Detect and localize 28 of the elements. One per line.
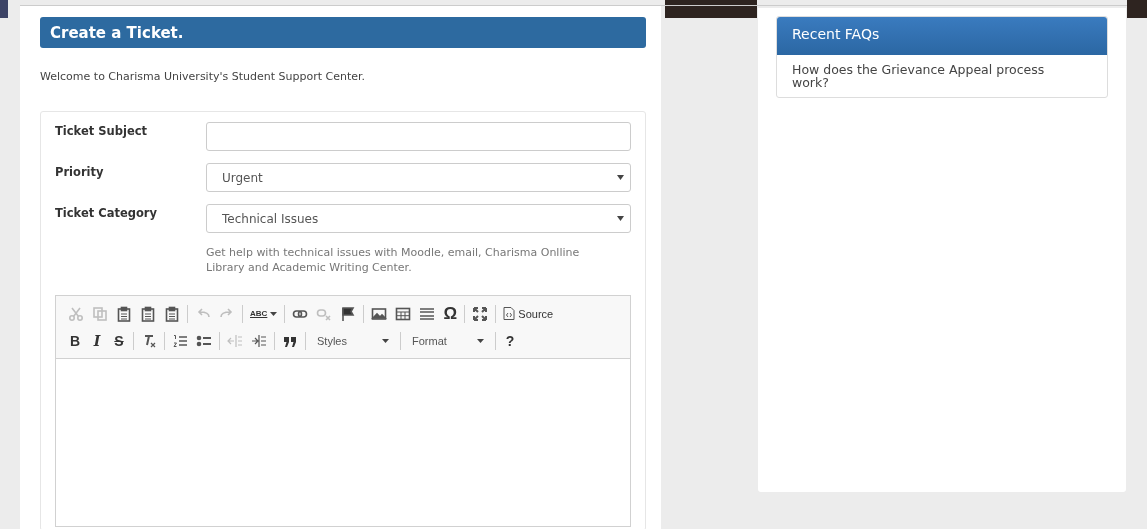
caret-icon: [617, 216, 624, 221]
header-strip: [0, 0, 8, 18]
faq-link[interactable]: How does the Grievance Appeal process work?: [777, 55, 1092, 97]
subject-field[interactable]: [206, 122, 631, 151]
toolbar-button[interactable]: S: [108, 329, 130, 352]
welcome-text: Welcome to Charisma University's Student Support Center.: [40, 70, 367, 83]
spellcheck-button[interactable]: ABC: [246, 302, 282, 325]
faq-title: Recent FAQs: [777, 17, 1107, 55]
select-field[interactable]: Urgent: [206, 163, 631, 192]
styles-dropdown[interactable]: Styles: [309, 329, 397, 352]
field-label: Priority: [55, 164, 105, 179]
field-label: Ticket Category: [55, 205, 159, 220]
caret-icon: [477, 338, 484, 343]
field-label: Ticket Subject: [55, 123, 148, 138]
toolbar-button[interactable]: B: [64, 329, 86, 352]
help-text: Get help with technical issues with Moodle, email, Charisma Onlline Library and Academic Writing Center.: [206, 245, 581, 275]
source-button[interactable]: Source: [499, 302, 558, 325]
header-strip: [1127, 0, 1147, 18]
select-field[interactable]: Technical Issues: [206, 204, 631, 233]
document-icon: [503, 307, 516, 320]
toolbar-button[interactable]: I: [86, 329, 108, 352]
caret-icon: [270, 311, 278, 316]
caret-icon: [382, 338, 389, 343]
caret-icon: [617, 175, 624, 180]
toolbar-button[interactable]: Ω: [439, 302, 462, 325]
styles-dropdown[interactable]: Format: [404, 329, 492, 352]
page-title: Create a Ticket.: [40, 17, 646, 48]
toolbar-button[interactable]: ?: [499, 329, 521, 352]
